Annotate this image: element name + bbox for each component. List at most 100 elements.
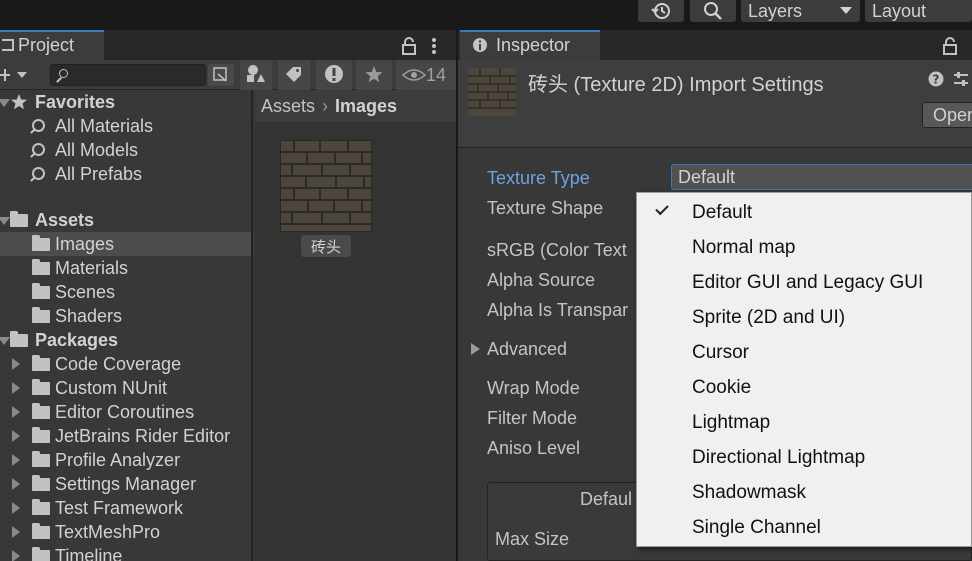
- tree-label: Timeline: [55, 545, 123, 561]
- tree-favorites[interactable]: Favorites: [0, 90, 251, 114]
- menu-item-label: Cookie: [692, 377, 752, 398]
- breadcrumb-images[interactable]: Images: [335, 96, 397, 117]
- foldout-icon[interactable]: [12, 454, 20, 466]
- kebab-menu-icon[interactable]: [430, 37, 438, 55]
- menu-item-label: Normal map: [692, 237, 796, 258]
- tree-item-scenes[interactable]: Scenes: [0, 280, 251, 304]
- layout-dropdown[interactable]: Layout: [865, 0, 972, 22]
- foldout-icon[interactable]: [12, 382, 20, 394]
- layers-label: Layers: [748, 0, 803, 21]
- svg-text:?: ?: [933, 73, 940, 87]
- menu-item-normal-map[interactable]: Normal map: [637, 230, 971, 265]
- foldout-icon[interactable]: [0, 337, 10, 345]
- tree-item-all-models[interactable]: All Models: [0, 138, 251, 162]
- filter-label-button[interactable]: [278, 60, 310, 90]
- texture-type-dropdown[interactable]: Default: [671, 164, 972, 190]
- tree-item-profile-analyzer[interactable]: Profile Analyzer: [0, 448, 251, 472]
- favorite-button[interactable]: [356, 60, 392, 90]
- platform-default-tab[interactable]: Defaul: [580, 489, 632, 510]
- foldout-icon[interactable]: [12, 358, 20, 370]
- tree-item-test-framework[interactable]: Test Framework: [0, 496, 251, 520]
- search-icon: [704, 2, 722, 20]
- menu-item-label: Single Channel: [692, 517, 821, 538]
- project-panel: 14 Favorites All Materials All Models Al…: [0, 60, 456, 561]
- lock-icon[interactable]: [942, 37, 958, 55]
- tag-icon: [286, 67, 301, 82]
- menu-item-lightmap[interactable]: Lightmap: [637, 405, 971, 440]
- tree-item-custom-nunit[interactable]: Custom NUnit: [0, 376, 251, 400]
- menu-item-cursor[interactable]: Cursor: [637, 335, 971, 370]
- tab-project-label: Project: [18, 34, 75, 55]
- filter-log-button[interactable]: [316, 60, 352, 90]
- search-button[interactable]: [690, 0, 736, 22]
- hidden-packages-toggle[interactable]: 14: [396, 60, 456, 90]
- tree-label: Assets: [35, 209, 95, 230]
- menu-item-cookie[interactable]: Cookie: [637, 370, 971, 405]
- project-search-input[interactable]: [50, 64, 206, 86]
- advanced-foldout[interactable]: Advanced: [487, 339, 567, 360]
- foldout-icon[interactable]: [0, 217, 10, 225]
- tree-packages[interactable]: Packages: [0, 328, 251, 352]
- tree-item-editor-coroutines[interactable]: Editor Coroutines: [0, 400, 251, 424]
- foldout-icon[interactable]: [12, 526, 20, 538]
- tree-item-settings-manager[interactable]: Settings Manager: [0, 472, 251, 496]
- folder-icon: [32, 427, 50, 443]
- menu-item-label: Editor GUI and Legacy GUI: [692, 272, 924, 293]
- layers-dropdown[interactable]: Layers: [741, 0, 860, 22]
- foldout-icon[interactable]: [0, 99, 10, 107]
- tree-item-textmeshpro[interactable]: TextMeshPro: [0, 520, 251, 544]
- asset-item[interactable]: [279, 139, 373, 233]
- search-mode-button[interactable]: [208, 64, 234, 86]
- asset-item-label[interactable]: 砖头: [301, 235, 351, 257]
- preset-icon[interactable]: [952, 71, 970, 87]
- folder-icon: [32, 355, 50, 371]
- foldout-icon[interactable]: [12, 502, 20, 514]
- tree-assets[interactable]: Assets: [0, 208, 251, 232]
- tab-inspector[interactable]: Inspector: [460, 30, 600, 60]
- project-tabbar: Project: [0, 30, 456, 60]
- foldout-icon[interactable]: [12, 478, 20, 490]
- create-button[interactable]: [0, 64, 32, 86]
- menu-item-editor-gui[interactable]: Editor GUI and Legacy GUI: [637, 265, 971, 300]
- tree-item-code-coverage[interactable]: Code Coverage: [0, 352, 251, 376]
- tree-item-all-materials[interactable]: All Materials: [0, 114, 251, 138]
- help-icon[interactable]: ?: [928, 71, 944, 87]
- texture-preview-icon: [468, 68, 516, 116]
- menu-item-sprite[interactable]: Sprite (2D and UI): [637, 300, 971, 335]
- foldout-icon[interactable]: [12, 430, 20, 442]
- tree-item-images[interactable]: Images: [0, 232, 251, 256]
- open-button[interactable]: Open: [922, 102, 972, 128]
- menu-item-shadowmask[interactable]: Shadowmask: [637, 475, 971, 510]
- menu-item-single-channel[interactable]: Single Channel: [637, 510, 971, 545]
- breadcrumb-assets[interactable]: Assets: [261, 96, 315, 117]
- foldout-icon[interactable]: [12, 406, 20, 418]
- lock-icon[interactable]: [401, 37, 417, 55]
- menu-item-label: Sprite (2D and UI): [692, 307, 846, 328]
- tree-item-all-prefabs[interactable]: All Prefabs: [0, 162, 251, 186]
- texture-shape-label: Texture Shape: [487, 198, 604, 218]
- tree-item-jetbrains-rider-editor[interactable]: JetBrains Rider Editor: [0, 424, 251, 448]
- menu-item-directional-lightmap[interactable]: Directional Lightmap: [637, 440, 971, 475]
- tab-project[interactable]: Project: [0, 30, 104, 60]
- tree-item-shaders[interactable]: Shaders: [0, 304, 251, 328]
- texture-type-menu: Default Normal map Editor GUI and Legacy…: [636, 192, 972, 547]
- tree-label: Favorites: [35, 91, 116, 112]
- advanced-foldout-icon[interactable]: [471, 343, 480, 355]
- wrap-mode-label: Wrap Mode: [487, 378, 580, 398]
- alpha-transparency-label: Alpha Is Transpar: [487, 300, 629, 320]
- inspector-tabbar: Inspector: [458, 30, 972, 60]
- tree-item-timeline[interactable]: Timeline: [0, 544, 251, 561]
- star-icon: [11, 94, 27, 110]
- history-button[interactable]: [638, 0, 684, 22]
- foldout-icon[interactable]: [12, 550, 20, 561]
- tree-label: Images: [55, 233, 115, 254]
- tree-label: TextMeshPro: [55, 521, 161, 542]
- tree-item-materials[interactable]: Materials: [0, 256, 251, 280]
- hidden-count: 14: [426, 64, 447, 85]
- chevron-right-icon: ›: [322, 95, 329, 116]
- tree-label: Editor Coroutines: [55, 401, 195, 422]
- folder-icon: [32, 379, 50, 395]
- folder-icon: [32, 283, 50, 299]
- filter-type-button[interactable]: [240, 60, 272, 90]
- menu-item-default[interactable]: Default: [637, 195, 971, 230]
